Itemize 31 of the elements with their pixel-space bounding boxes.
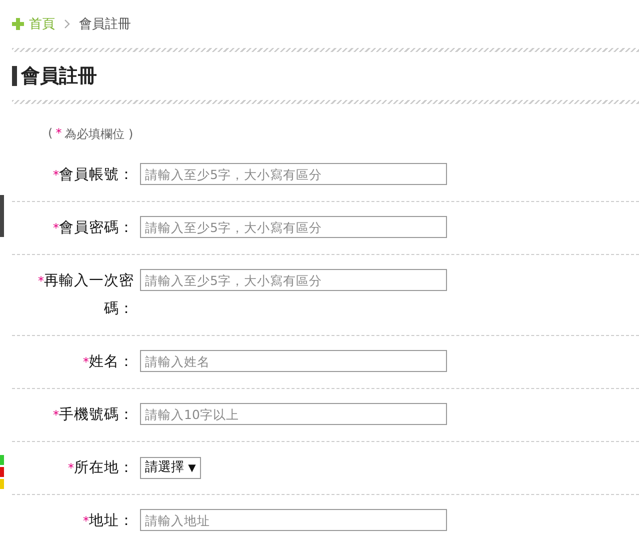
note-paren: ( [48, 126, 53, 142]
field-label: 再輸入一次密碼： [44, 273, 134, 317]
side-tab[interactable] [0, 195, 4, 237]
required-mark: * [68, 461, 74, 475]
field-label: 地址： [89, 513, 134, 529]
field-label: 所在地： [74, 460, 134, 476]
breadcrumb-current: 會員註冊 [79, 16, 131, 33]
select-dropdown[interactable]: 請選擇 ▼ [140, 457, 201, 479]
required-mark: * [83, 355, 89, 369]
input-field[interactable]: 請輸入至少5字，大小寫有區分 [140, 269, 447, 291]
input-field[interactable]: 請輸入至少5字，大小寫有區分 [140, 163, 447, 185]
required-mark: * [38, 274, 44, 288]
required-mark: * [53, 408, 59, 422]
required-mark: * [83, 514, 89, 528]
field-label: 手機號碼： [59, 407, 134, 423]
field-label: 會員帳號： [59, 167, 134, 183]
required-mark: * [53, 168, 59, 182]
input-field[interactable]: 請輸入地址 [140, 509, 447, 531]
input-field[interactable]: 請輸入至少5字，大小寫有區分 [140, 216, 447, 238]
page-title: 會員註冊 [21, 64, 97, 89]
input-field[interactable]: 請輸入10字以上 [140, 403, 447, 425]
field-label: 姓名： [89, 354, 134, 370]
input-field[interactable]: 請輸入姓名 [140, 350, 447, 372]
chevron-icon [64, 19, 70, 29]
required-mark: * [56, 126, 62, 142]
plus-icon [12, 18, 24, 30]
required-mark: * [53, 221, 59, 235]
title-bar-mark [12, 66, 17, 86]
required-note: 為必填欄位 ) [64, 126, 134, 143]
color-marks-drawing [0, 455, 4, 489]
field-label: 會員密碼： [59, 220, 134, 236]
